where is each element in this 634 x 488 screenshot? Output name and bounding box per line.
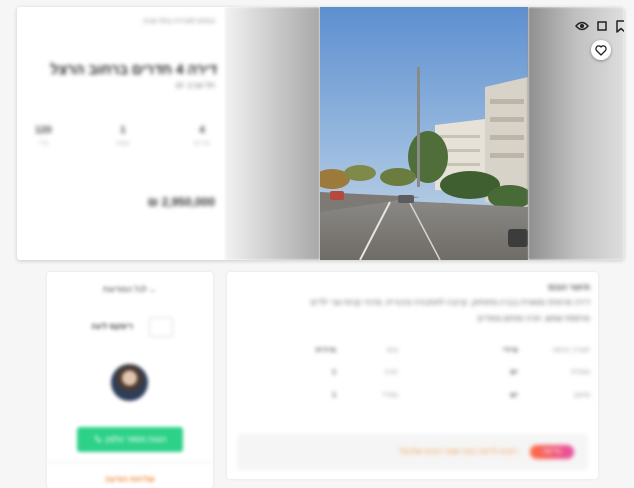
phone-icon <box>94 435 102 445</box>
detail-value: 1 <box>332 369 336 376</box>
description-line: דירה מרווחת ומוארת בבניין מתוחזק, קרובה … <box>310 298 590 307</box>
detail-label: חניה <box>384 369 398 376</box>
stat-value: 1 <box>120 125 126 136</box>
detail-label: מחסן <box>574 392 590 399</box>
listing-header-card: נכסים למכירה בתל אביב דירה 4 חדרים ברחוב… <box>17 7 624 260</box>
detail-value: יש <box>510 392 518 399</box>
heart-icon[interactable] <box>591 40 611 60</box>
breadcrumb[interactable]: נכסים למכירה בתל אביב <box>143 18 215 25</box>
detail-value: יש <box>510 369 518 376</box>
valuation-promo-banner[interactable]: רוצים לדעת כמה שווה הנכס שלכם? בדיקה <box>237 434 588 470</box>
stat-label: קומה <box>116 141 130 147</box>
listing-price: 2,950,000 ₪ <box>147 195 215 209</box>
details-row: מעלית יש חניה 1 <box>227 369 598 381</box>
listing-stats: 120 מ"ר 1 קומה 4 חדרים <box>35 125 210 147</box>
stat-value: 120 <box>35 125 52 136</box>
stat-floor: 1 קומה <box>116 125 129 147</box>
agency-row: רימקס ליגה <box>47 317 213 337</box>
detail-value: מיידי <box>502 347 519 354</box>
agent-avatar <box>111 364 148 401</box>
property-info-content: תיאור הנכס דירה מרווחת ומוארת בבניין מתו… <box>227 272 598 479</box>
detail-label: מעלית <box>570 369 590 376</box>
property-info-card: תיאור הנכס דירה מרווחת ומוארת בבניין מתו… <box>227 272 598 479</box>
listing-details: נכסים למכירה בתל אביב דירה 4 חדרים ברחוב… <box>17 7 225 260</box>
stat-label: מ"ר <box>38 141 49 147</box>
description-line: מרפסת שמש, חניה ומחסן צמודים <box>477 314 590 323</box>
detail-label: תאריך כניסה <box>552 347 590 354</box>
agent-card-content: ← לכל המודעות רימקס ליגה הצגת מספר טלפון… <box>47 272 213 488</box>
stat-value: 4 <box>199 125 205 136</box>
listing-page: נכסים למכירה בתל אביב דירה 4 חדרים ברחוב… <box>0 0 634 488</box>
back-to-listings-link[interactable]: ← לכל המודעות <box>47 285 213 294</box>
stat-size: 120 מ"ר <box>35 125 52 147</box>
show-phone-label: הצגת מספר טלפון <box>105 435 167 444</box>
listing-title: דירה 4 חדרים ברחוב הרצל <box>50 61 217 77</box>
listing-subtitle: תל אביב יפו <box>175 81 215 90</box>
detail-label: נכס <box>387 347 398 354</box>
agent-card: ← לכל המודעות רימקס ליגה הצגת מספר טלפון… <box>47 272 213 488</box>
detail-value: מיידית <box>315 347 336 354</box>
detail-value: 1 <box>332 392 336 399</box>
street-photo-image <box>320 7 528 260</box>
details-row: מחסן יש ממ"ד 1 <box>227 392 598 404</box>
agency-name[interactable]: רימקס ליגה <box>91 322 133 331</box>
photo-gallery[interactable] <box>225 7 624 260</box>
street-photo[interactable] <box>320 7 528 260</box>
show-phone-button[interactable]: הצגת מספר טלפון <box>77 427 183 452</box>
stat-rooms: 4 חדרים <box>194 125 210 147</box>
gallery-prev-image[interactable] <box>225 7 320 260</box>
send-message-link[interactable]: שליחת הודעה <box>47 475 213 484</box>
details-row: תאריך כניסה מיידי נכס מיידית <box>227 347 598 359</box>
agency-logo <box>149 317 173 337</box>
eye-icon[interactable] <box>573 17 591 35</box>
stat-label: חדרים <box>194 141 210 147</box>
bookmark-icon[interactable] <box>612 17 624 35</box>
promo-button[interactable]: בדיקה <box>530 445 574 459</box>
detail-label: ממ"ד <box>382 392 398 399</box>
square-icon[interactable] <box>593 17 611 35</box>
divider <box>47 462 213 463</box>
description-heading: תיאור הנכס <box>548 283 590 292</box>
promo-text: רוצים לדעת כמה שווה הנכס שלכם? <box>398 447 518 456</box>
